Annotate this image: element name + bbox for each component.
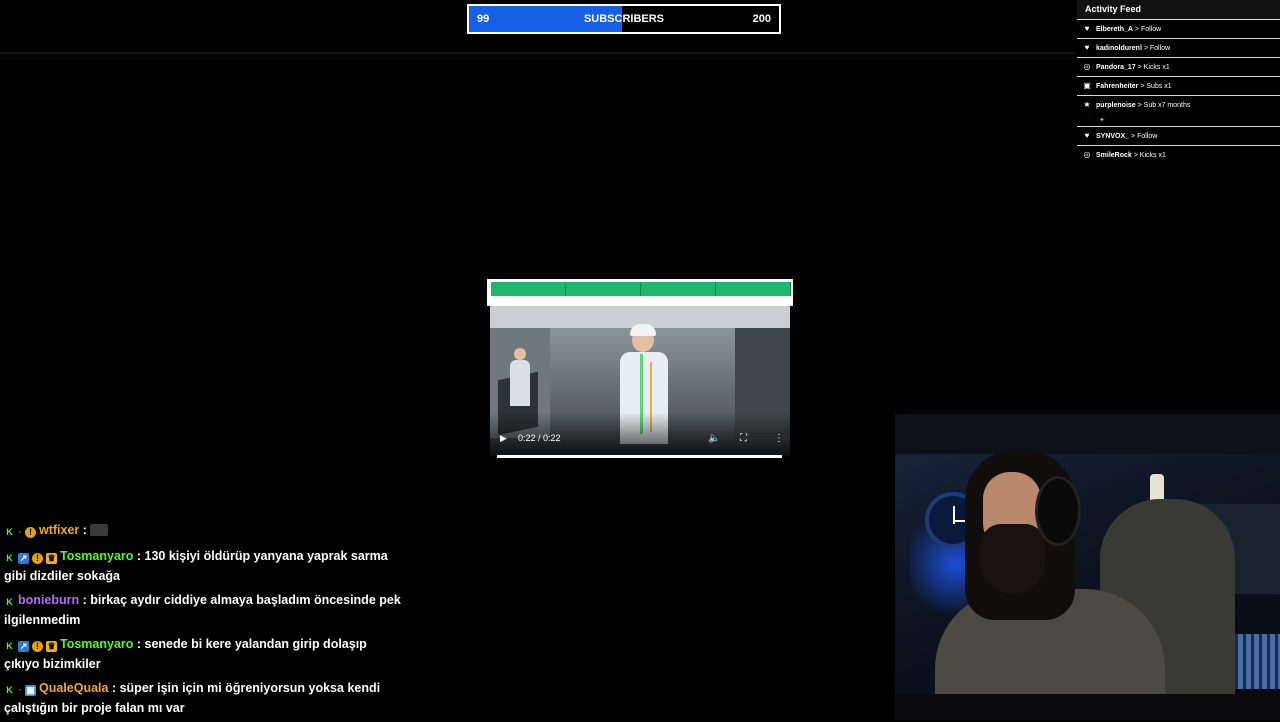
feed-username: Elbereth_A bbox=[1096, 26, 1133, 33]
feed-username: purplenoise bbox=[1096, 102, 1136, 109]
overlay-divider-secondary bbox=[0, 58, 1075, 59]
video-progress-fill bbox=[497, 455, 782, 458]
heart-icon: ♥ bbox=[1084, 24, 1090, 33]
video-time: 0:22 / 0:22 bbox=[518, 433, 561, 443]
crown-badge-icon: ♛ bbox=[46, 553, 57, 564]
headset bbox=[1035, 476, 1081, 546]
emote-icon bbox=[90, 524, 109, 536]
chat-message: K ·! wtfixer : bbox=[4, 520, 404, 540]
chat-message: Kbonieburn : birkaç aydır ciddiye almaya… bbox=[4, 593, 401, 627]
activity-feed-item: ♥ Elbereth_A > Follow bbox=[1077, 19, 1280, 38]
activity-feed-item: ▣ Fahrenheiter > Subs x1 bbox=[1077, 76, 1280, 95]
webcam-feed bbox=[895, 414, 1280, 720]
dot-icon: · bbox=[18, 527, 22, 537]
chat-username[interactable]: Tosmanyaro bbox=[60, 637, 133, 651]
chat-username[interactable]: bonieburn bbox=[18, 593, 79, 607]
dot-icon: · bbox=[18, 685, 22, 695]
coin-badge-icon: ! bbox=[25, 527, 36, 538]
kick-badge-icon: K bbox=[6, 685, 13, 695]
feed-username: Fahrenheiter bbox=[1096, 83, 1139, 90]
kick-icon: ◎ bbox=[1083, 62, 1091, 71]
feed-action: > Follow bbox=[1134, 26, 1162, 33]
activity-feed-item: ◎ Pandora_17 > Kicks x1 bbox=[1077, 57, 1280, 76]
video-controls: ▶ 0:22 / 0:22 🔈 ⛶ ⋮ bbox=[490, 429, 790, 451]
video-banner-tabs bbox=[491, 282, 791, 296]
play-icon[interactable]: ▶ bbox=[500, 433, 507, 444]
feed-username: SmileRock bbox=[1096, 152, 1132, 159]
activity-feed-item: ♥ kadinoldurenl > Follow bbox=[1077, 38, 1280, 57]
feed-username: Pandora_17 bbox=[1096, 64, 1136, 71]
kick-badge-icon: K bbox=[6, 641, 13, 651]
banner-tab bbox=[716, 282, 791, 296]
video-banner bbox=[487, 279, 793, 306]
activity-feed-item: ◎ SmileRock > Kicks x1 bbox=[1077, 145, 1280, 160]
heart-icon: ♥ bbox=[1084, 131, 1090, 140]
chat-username[interactable]: Tosmanyaro bbox=[60, 549, 133, 563]
video-progress-bar[interactable] bbox=[497, 455, 782, 458]
kick-icon: ◎ bbox=[1083, 150, 1091, 159]
overlay-divider bbox=[0, 52, 1075, 54]
subscriber-goal-bar: 99 SUBSCRIBERS 200 bbox=[467, 4, 781, 34]
moderator-badge-icon: ↗ bbox=[18, 641, 29, 652]
activity-feed-title: Activity Feed bbox=[1077, 0, 1280, 19]
coin-badge-icon: ! bbox=[32, 641, 43, 652]
crown-badge-icon: ♛ bbox=[46, 641, 57, 652]
banner-tab bbox=[641, 282, 716, 296]
banner-tab bbox=[566, 282, 641, 296]
gift-icon: ▣ bbox=[1083, 81, 1091, 90]
star-icon: ★ bbox=[1083, 100, 1091, 109]
scene-worker bbox=[508, 346, 532, 406]
chat-message: K · ▣ QualeQuala : süper işin için mi öğren… bbox=[4, 681, 381, 715]
coin-badge-icon: ! bbox=[32, 553, 43, 564]
moderator-badge-icon: ↗ bbox=[18, 553, 29, 564]
chat-message: K ↗! ♛ Tosmanyaro : senede bi kere yalandan… bbox=[4, 637, 367, 671]
feed-username: kadinoldurenl bbox=[1096, 45, 1142, 52]
activity-feed: Activity Feed ♥ Elbereth_A > Follow ♥ kadin… bbox=[1077, 0, 1280, 160]
feed-action: > Subs x1 bbox=[1140, 83, 1172, 90]
goal-label: SUBSCRIBERS bbox=[583, 13, 665, 25]
more-options-icon[interactable]: ⋮ bbox=[774, 433, 784, 444]
chat-username[interactable]: QualeQuala bbox=[39, 681, 108, 695]
feed-action: > Kicks x1 bbox=[1133, 152, 1166, 159]
goal-target-count: 200 bbox=[752, 13, 771, 25]
feed-action: > Kicks x1 bbox=[1137, 64, 1170, 71]
fullscreen-icon[interactable]: ⛶ bbox=[740, 433, 747, 444]
heart-icon: ♥ bbox=[1084, 43, 1090, 52]
video-player[interactable]: ▶ 0:22 / 0:22 🔈 ⛶ ⋮ bbox=[487, 279, 793, 461]
feed-action: > Sub x7 months bbox=[1137, 102, 1191, 109]
activity-feed-item: ★ purplenoise > Sub x7 months ✦ bbox=[1077, 95, 1280, 126]
activity-feed-list: ♥ Elbereth_A > Follow ♥ kadinoldurenl > Fol… bbox=[1077, 19, 1280, 160]
feed-username: SYNVOX_ bbox=[1096, 133, 1130, 140]
chat-username[interactable]: wtfixer bbox=[39, 523, 79, 537]
chat-overlay: K ·! wtfixer : K ↗! ♛ Tosmanyaro : 130 kişiyi… bbox=[4, 520, 404, 722]
chat-text: senede bi kere yalandan girip dolaşıp çı… bbox=[4, 637, 367, 671]
volume-icon[interactable]: 🔈 bbox=[708, 433, 720, 444]
kick-badge-icon: K bbox=[6, 553, 13, 563]
chat-message: K ↗! ♛ Tosmanyaro : 130 kişiyi öldürüp yany… bbox=[4, 549, 388, 583]
feed-action: > Follow bbox=[1131, 133, 1158, 140]
gift-badge-icon: ▣ bbox=[25, 685, 36, 696]
activity-feed-item: ♥ SYNVOX_ > Follow bbox=[1077, 126, 1280, 145]
banner-tab bbox=[491, 282, 566, 296]
feed-action: > Follow bbox=[1143, 45, 1171, 52]
kick-badge-icon: K bbox=[6, 527, 13, 537]
kick-badge-icon: K bbox=[6, 597, 13, 607]
